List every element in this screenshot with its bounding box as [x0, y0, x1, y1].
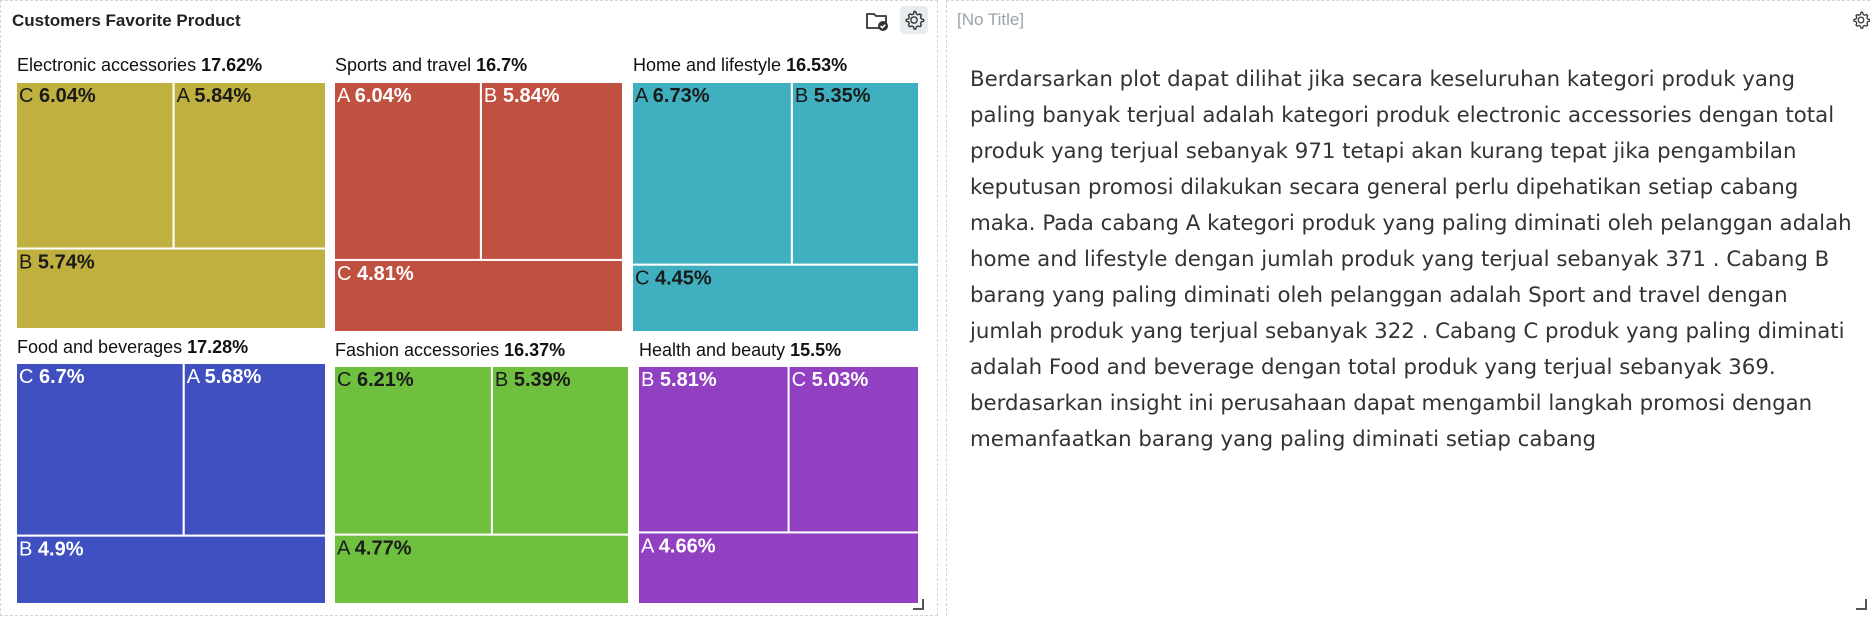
treemap-chart: Electronic accessories 17.62% C 6.04% A 5.…: [15, 55, 921, 606]
treemap-leaf[interactable]: [333, 365, 493, 536]
leaf-label: A 5.84%: [177, 85, 252, 107]
group-label: Electronic accessories 17.62%: [17, 55, 262, 75]
leaf-label: B 4.9%: [19, 539, 84, 561]
leaf-label: A 4.66%: [641, 535, 716, 557]
leaf-label: C 5.03%: [792, 369, 869, 391]
leaf-label: C 6.7%: [19, 366, 85, 388]
group-label: Fashion accessories 16.37%: [335, 340, 565, 360]
group-label: Food and beverages 17.28%: [17, 337, 248, 357]
leaf-label: C 4.81%: [337, 263, 414, 285]
leaf-label: B 5.35%: [795, 85, 871, 107]
leaf-label: C 6.21%: [337, 369, 414, 391]
leaf-label: B 5.84%: [484, 85, 560, 107]
treemap-leaf[interactable]: [15, 362, 185, 537]
treemap-leaf[interactable]: [790, 81, 920, 266]
leaf-label: B 5.39%: [495, 369, 571, 391]
resize-handle[interactable]: [1856, 599, 1867, 610]
treemap-leaf[interactable]: [333, 81, 482, 261]
leaf-label: A 6.04%: [337, 85, 412, 107]
leaf-label: A 6.73%: [635, 85, 710, 107]
favorite-product-panel: Customers Favorite Product Electronic ac…: [0, 0, 938, 616]
group-label: Home and lifestyle 16.53%: [633, 55, 847, 75]
leaf-label: B 5.74%: [19, 252, 95, 274]
gear-icon[interactable]: [1851, 6, 1870, 34]
insight-panel: [No Title] Berdarsarkan plot dapat dilih…: [946, 0, 1870, 616]
leaf-label: C 6.04%: [19, 85, 96, 107]
treemap-leaf[interactable]: [631, 81, 793, 266]
group-label: Sports and travel 16.7%: [335, 55, 527, 75]
leaf-label: B 5.81%: [641, 369, 717, 391]
resize-handle[interactable]: [913, 599, 924, 610]
panel-title: [No Title]: [957, 10, 1025, 29]
treemap-leaf[interactable]: [182, 362, 327, 537]
group-label: Health and beauty 15.5%: [639, 340, 841, 360]
treemap-leaf[interactable]: [490, 365, 630, 536]
treemap-leaf[interactable]: [479, 81, 624, 261]
leaf-label: C 4.45%: [635, 268, 712, 290]
leaf-label: A 5.68%: [187, 366, 262, 388]
leaf-label: A 4.77%: [337, 538, 412, 560]
insight-text: Berdarsarkan plot dapat dilihat jika sec…: [970, 67, 1852, 452]
